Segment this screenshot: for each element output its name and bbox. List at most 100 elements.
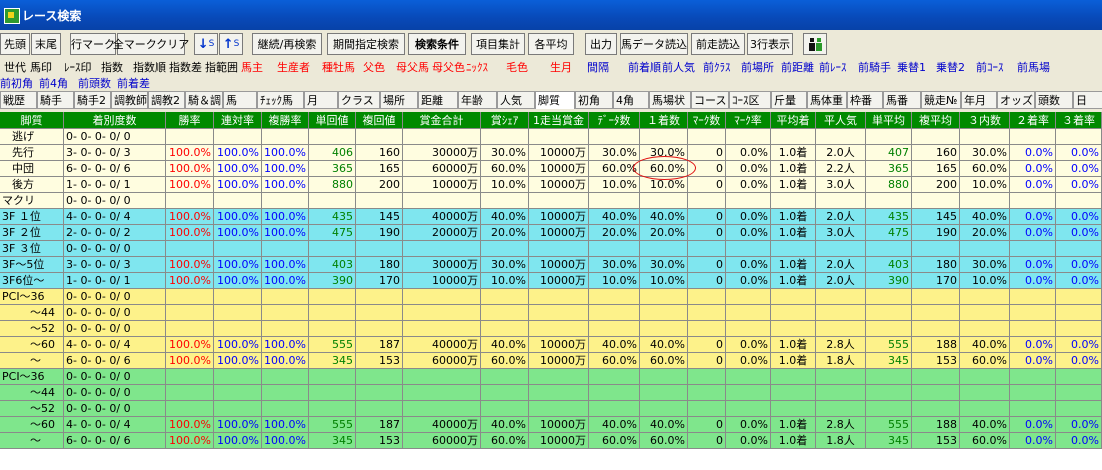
sort-ascending-button[interactable]: ↑ S <box>219 33 243 55</box>
column-header-6[interactable]: 複回値 <box>356 112 403 129</box>
table-row[interactable]: PCI～36 0- 0- 0- 0/ 0 <box>0 289 1102 305</box>
filter-tab-row2-11[interactable]: 母父馬 <box>396 59 432 77</box>
column-header-7[interactable]: 賞金合計 <box>403 112 481 129</box>
filter-tab-row2-26[interactable]: 前ｺｰｽ <box>976 59 1017 77</box>
column-header-8[interactable]: 賞ｼｪｱ <box>481 112 529 129</box>
last-button[interactable]: 末尾 <box>31 33 61 55</box>
filter-tab-row2-22[interactable]: 前ﾚｰｽ <box>819 59 858 77</box>
table-row[interactable]: 3F～5位 3- 0- 0- 0/ 3 100.0% 100.0% 100.0% 403 1… <box>0 257 1102 273</box>
filter-tab-row2-14[interactable]: 毛色 <box>506 59 550 77</box>
each-average-button[interactable]: 各平均 <box>528 33 574 55</box>
category-tab-1[interactable]: 騎手 <box>37 91 74 109</box>
results-grid[interactable]: 脚質 着別度数 勝率 連対率 複勝率 単回値 複回値 賞金合計 賞ｼｪｱ 1走当賞金 ﾃﾞｰﾀ数 １着… <box>0 112 1102 470</box>
category-tab-16[interactable]: 4角 <box>613 91 649 109</box>
filter-tab-row2-24[interactable]: 乗替1 <box>897 59 936 77</box>
filter-tab-row2-13[interactable]: ﾆｯｸｽ <box>466 59 506 77</box>
category-tab-2[interactable]: 騎手2 <box>74 91 111 109</box>
table-row[interactable]: 3F ３位 0- 0- 0- 0/ 0 <box>0 241 1102 257</box>
output-button[interactable]: 出力 <box>585 33 617 55</box>
filter-tab-row2-9[interactable]: 種牡馬 <box>322 59 363 77</box>
row-mark-button[interactable]: 行マーク <box>70 33 116 55</box>
column-header-10[interactable]: ﾃﾞｰﾀ数 <box>589 112 640 129</box>
filter-tab-row2-15[interactable]: 生月 <box>550 59 587 77</box>
filter-tab-row2-27[interactable]: 前馬場 <box>1017 59 1060 77</box>
table-row[interactable]: ～ 6- 0- 0- 0/ 6 100.0% 100.0% 100.0% 345 153 60… <box>0 433 1102 449</box>
filter-tab-row2-16[interactable]: 間隔 <box>587 59 628 77</box>
table-row[interactable]: 3F １位 4- 0- 0- 0/ 4 100.0% 100.0% 100.0% 435 1… <box>0 209 1102 225</box>
category-tab-3[interactable]: 調教師 <box>111 91 148 109</box>
filter-tab-row2-19[interactable]: 前ｸﾗｽ <box>703 59 741 77</box>
category-tab-20[interactable]: 斤量 <box>771 91 807 109</box>
category-tab-4[interactable]: 調教2 <box>148 91 185 109</box>
table-row[interactable]: 後方 1- 0- 0- 0/ 1 100.0% 100.0% 100.0% 880 200 1… <box>0 177 1102 193</box>
category-tab-14[interactable]: 脚質 <box>535 91 575 109</box>
category-tab-18[interactable]: コース <box>691 91 729 109</box>
column-header-15[interactable]: 平人気 <box>816 112 866 129</box>
filter-tab-row2-20[interactable]: 前場所 <box>741 59 781 77</box>
category-tab-13[interactable]: 人気 <box>497 91 535 109</box>
table-row[interactable]: ～ 6- 0- 0- 0/ 6 100.0% 100.0% 100.0% 345 153 60… <box>0 353 1102 369</box>
category-tab-5[interactable]: 騎＆調 <box>185 91 223 109</box>
column-header-16[interactable]: 単平均 <box>866 112 912 129</box>
column-header-0[interactable]: 脚質 <box>0 112 64 129</box>
filter-tab-row2-25[interactable]: 乗替2 <box>936 59 976 77</box>
category-tab-21[interactable]: 馬体重 <box>807 91 847 109</box>
column-header-13[interactable]: ﾏｰｸ率 <box>726 112 771 129</box>
column-header-9[interactable]: 1走当賞金 <box>529 112 589 129</box>
item-summary-button[interactable]: 項目集計 <box>471 33 525 55</box>
continue-research-button[interactable]: 継続/再検索 <box>252 33 322 55</box>
filter-tab-row2-23[interactable]: 前騎手 <box>858 59 897 77</box>
category-tab-10[interactable]: 場所 <box>380 91 418 109</box>
first-button[interactable]: 先頭 <box>0 33 30 55</box>
sort-descending-button[interactable]: ↓ S <box>194 33 218 55</box>
table-row[interactable]: 3F6位～ 1- 0- 0- 0/ 1 100.0% 100.0% 100.0% 390 1… <box>0 273 1102 289</box>
filter-tab-row2-5[interactable]: 指数差 <box>169 59 205 77</box>
filter-tab-row2-17[interactable]: 前着順 <box>628 59 662 77</box>
category-tab-7[interactable]: ﾁｪｯｸ馬 <box>257 91 304 109</box>
category-tab-17[interactable]: 馬場状 <box>649 91 691 109</box>
category-tab-11[interactable]: 距離 <box>418 91 458 109</box>
previous-race-load-button[interactable]: 前走読込 <box>691 33 745 55</box>
table-row[interactable]: ～60 4- 0- 0- 0/ 4 100.0% 100.0% 100.0% 555 187… <box>0 337 1102 353</box>
filter-tab-row2-7[interactable]: 馬主 <box>241 59 277 77</box>
category-tab-19[interactable]: ｺｰｽ区 <box>729 91 771 109</box>
table-row[interactable]: ～60 4- 0- 0- 0/ 4 100.0% 100.0% 100.0% 555 187… <box>0 417 1102 433</box>
table-row[interactable]: 中団 6- 0- 0- 0/ 6 100.0% 100.0% 100.0% 365 165 6… <box>0 161 1102 177</box>
table-row[interactable]: 逃げ 0- 0- 0- 0/ 0 <box>0 129 1102 145</box>
horse-data-load-button[interactable]: 馬データ読込 <box>620 33 688 55</box>
category-tab-28[interactable]: 日 <box>1073 91 1102 109</box>
column-header-3[interactable]: 連対率 <box>214 112 262 129</box>
table-row[interactable]: PCI～36 0- 0- 0- 0/ 0 <box>0 369 1102 385</box>
category-tab-23[interactable]: 馬番 <box>883 91 921 109</box>
table-row[interactable]: 先行 3- 0- 0- 0/ 3 100.0% 100.0% 100.0% 406 160 3… <box>0 145 1102 161</box>
category-tab-22[interactable]: 枠番 <box>847 91 883 109</box>
category-tab-9[interactable]: クラス <box>338 91 380 109</box>
table-row[interactable]: ～44 0- 0- 0- 0/ 0 <box>0 385 1102 401</box>
category-tab-25[interactable]: 年月 <box>961 91 997 109</box>
period-search-button[interactable]: 期間指定検索 <box>327 33 405 55</box>
category-tab-12[interactable]: 年齢 <box>458 91 497 109</box>
table-row[interactable]: 3F ２位 2- 0- 0- 0/ 2 100.0% 100.0% 100.0% 475 1… <box>0 225 1102 241</box>
search-conditions-button[interactable]: 検索条件 <box>408 33 466 55</box>
category-tab-27[interactable]: 頭数 <box>1035 91 1073 109</box>
table-row[interactable]: マクリ 0- 0- 0- 0/ 0 <box>0 193 1102 209</box>
filter-tab-row2-12[interactable]: 母父色 <box>432 59 466 77</box>
category-tab-24[interactable]: 競走№ <box>921 91 961 109</box>
column-header-1[interactable]: 着別度数 <box>64 112 166 129</box>
category-tab-15[interactable]: 初角 <box>575 91 613 109</box>
category-tab-8[interactable]: 月 <box>304 91 338 109</box>
column-header-18[interactable]: ３内数 <box>960 112 1010 129</box>
three-row-display-button[interactable]: 3行表示 <box>747 33 793 55</box>
column-header-17[interactable]: 複平均 <box>912 112 960 129</box>
category-tab-26[interactable]: オッズ <box>997 91 1035 109</box>
column-header-20[interactable]: ３着率 <box>1056 112 1102 129</box>
people-icon-button[interactable] <box>803 33 827 55</box>
table-row[interactable]: ～52 0- 0- 0- 0/ 0 <box>0 321 1102 337</box>
filter-tab-row2-10[interactable]: 父色 <box>363 59 396 77</box>
column-header-4[interactable]: 複勝率 <box>262 112 309 129</box>
clear-all-marks-button[interactable]: 全マーククリア <box>113 33 189 55</box>
filter-tab-row2-6[interactable]: 指範囲 <box>205 59 241 77</box>
filter-tab-row2-18[interactable]: 前人気 <box>662 59 703 77</box>
category-tab-6[interactable]: 馬 <box>223 91 257 109</box>
column-header-19[interactable]: ２着率 <box>1010 112 1056 129</box>
